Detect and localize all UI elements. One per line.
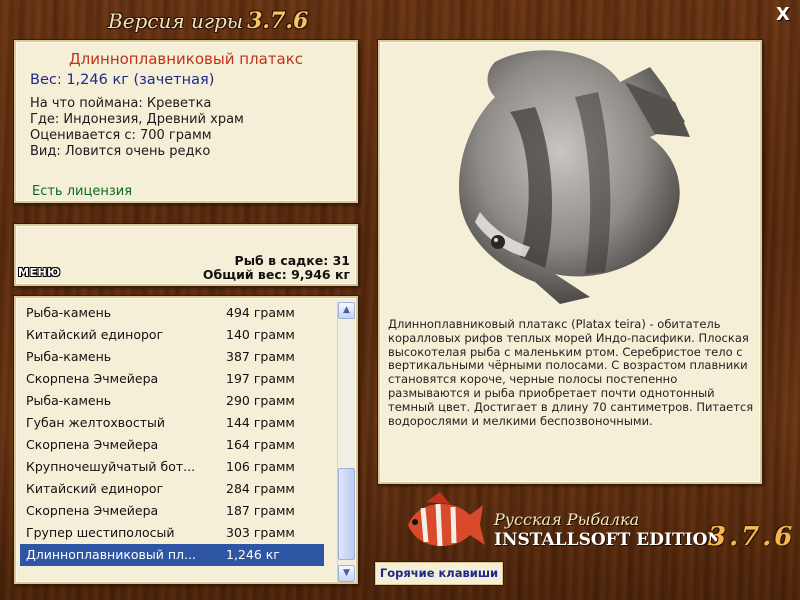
list-item-name: Скорпена Эчмейера xyxy=(26,503,159,518)
list-item-name: Групер шестиполосый xyxy=(26,525,175,540)
list-item[interactable]: Рыба-камень 494 грамм xyxy=(20,302,324,324)
list-item-weight: 290 грамм xyxy=(226,393,295,408)
scroll-thumb[interactable] xyxy=(338,468,355,560)
list-item-weight: 303 грамм xyxy=(226,525,295,540)
fish-name: Длинноплавниковый платакс xyxy=(68,50,304,68)
list-item-name: Китайский единорог xyxy=(26,327,164,342)
fish-weight: Вес: 1,246 кг (зачетная) xyxy=(30,72,215,88)
list-item-weight: 106 грамм xyxy=(226,459,295,474)
list-item-name: Крупночешуйчатый бот... xyxy=(26,459,196,474)
close-button[interactable]: X xyxy=(774,6,792,24)
brand-version: 3.7.6 xyxy=(708,522,796,552)
fish-value: Оценивается с: 700 грамм xyxy=(30,128,212,143)
fish-description: Длинноплавниковый платакс (Platax teira)… xyxy=(388,317,754,428)
fish-rarity: Вид: Ловится очень редко xyxy=(30,144,211,159)
list-item-name: Рыба-камень xyxy=(26,305,112,320)
list-item[interactable]: Китайский единорог 140 грамм xyxy=(20,324,324,346)
catch-list: Рыба-камень 494 грамм Китайский единорог 14… xyxy=(14,296,358,584)
fish-location: Где: Индонезия, Древний храм xyxy=(30,112,244,127)
scroll-up-icon[interactable]: ▲ xyxy=(338,302,355,319)
list-item-weight: 187 грамм xyxy=(226,503,295,518)
list-item-name: Рыба-камень xyxy=(26,393,112,408)
fish-image xyxy=(459,50,690,304)
list-item[interactable]: Скорпена Эчмейера 164 грамм xyxy=(20,434,324,456)
list-item-weight: 494 грамм xyxy=(226,305,295,320)
list-item-name: Длинноплавниковый пл... xyxy=(26,547,196,562)
brand-line1: Русская Рыбалка xyxy=(494,510,640,529)
window-title-text: Версия игры xyxy=(108,9,244,33)
license-status: Есть лицензия xyxy=(32,184,133,199)
fish-count: Рыб в садке: 31 xyxy=(234,253,350,268)
window-title-version: 3.7.6 xyxy=(247,8,309,34)
list-item[interactable]: Китайский единорог 284 грамм xyxy=(20,478,324,500)
list-item-name: Скорпена Эчмейера xyxy=(26,371,159,386)
scrollbar[interactable]: ▲ ▼ xyxy=(337,302,355,582)
fish-detail-panel: Длинноплавниковый платакс (Platax teira)… xyxy=(378,40,762,484)
brand-line2: INSTALLSOFT EDITION xyxy=(494,530,723,550)
list-item-weight: 144 грамм xyxy=(226,415,295,430)
catch-rows: Рыба-камень 494 грамм Китайский единорог 14… xyxy=(20,302,356,566)
keepnet-stats-panel: Рыб в садке: 31 Общий вес: 9,946 кг xyxy=(14,224,358,286)
menu-button[interactable]: МЕНЮ xyxy=(18,266,61,279)
list-item-weight: 1,246 кг xyxy=(226,547,280,562)
list-item[interactable]: Скорпена Эчмейера 187 грамм xyxy=(20,500,324,522)
list-item[interactable]: Рыба-камень 290 грамм xyxy=(20,390,324,412)
logo-fish-icon xyxy=(408,492,485,547)
list-item-name: Скорпена Эчмейера xyxy=(26,437,159,452)
list-item-name: Губан желтохвостый xyxy=(26,415,165,430)
list-item[interactable]: Длинноплавниковый пл... 1,246 кг xyxy=(20,544,324,566)
total-weight: Общий вес: 9,946 кг xyxy=(202,267,350,282)
list-item-weight: 197 грамм xyxy=(226,371,295,386)
list-item[interactable]: Скорпена Эчмейера 197 грамм xyxy=(20,368,324,390)
list-item-name: Рыба-камень xyxy=(26,349,112,364)
list-item-weight: 164 грамм xyxy=(226,437,295,452)
list-item[interactable]: Крупночешуйчатый бот... 106 грамм xyxy=(20,456,324,478)
fish-info-panel: Длинноплавниковый платакс Вес: 1,246 кг … xyxy=(14,40,358,203)
hotkeys-button[interactable]: Горячие клавиши xyxy=(374,561,504,586)
list-item-weight: 387 грамм xyxy=(226,349,295,364)
list-item[interactable]: Губан желтохвостый 144 грамм xyxy=(20,412,324,434)
list-item[interactable]: Групер шестиполосый 303 грамм xyxy=(20,522,324,544)
fish-bait: На что поймана: Креветка xyxy=(30,96,212,111)
list-item[interactable]: Рыба-камень 387 грамм xyxy=(20,346,324,368)
list-item-weight: 284 грамм xyxy=(226,481,295,496)
list-item-name: Китайский единорог xyxy=(26,481,164,496)
list-item-weight: 140 грамм xyxy=(226,327,295,342)
branding: Русская Рыбалка INSTALLSOFT EDITION 3.7.… xyxy=(388,490,800,560)
scroll-down-icon[interactable]: ▼ xyxy=(338,565,355,582)
window-title: Версия игры 3.7.6 xyxy=(108,8,308,34)
